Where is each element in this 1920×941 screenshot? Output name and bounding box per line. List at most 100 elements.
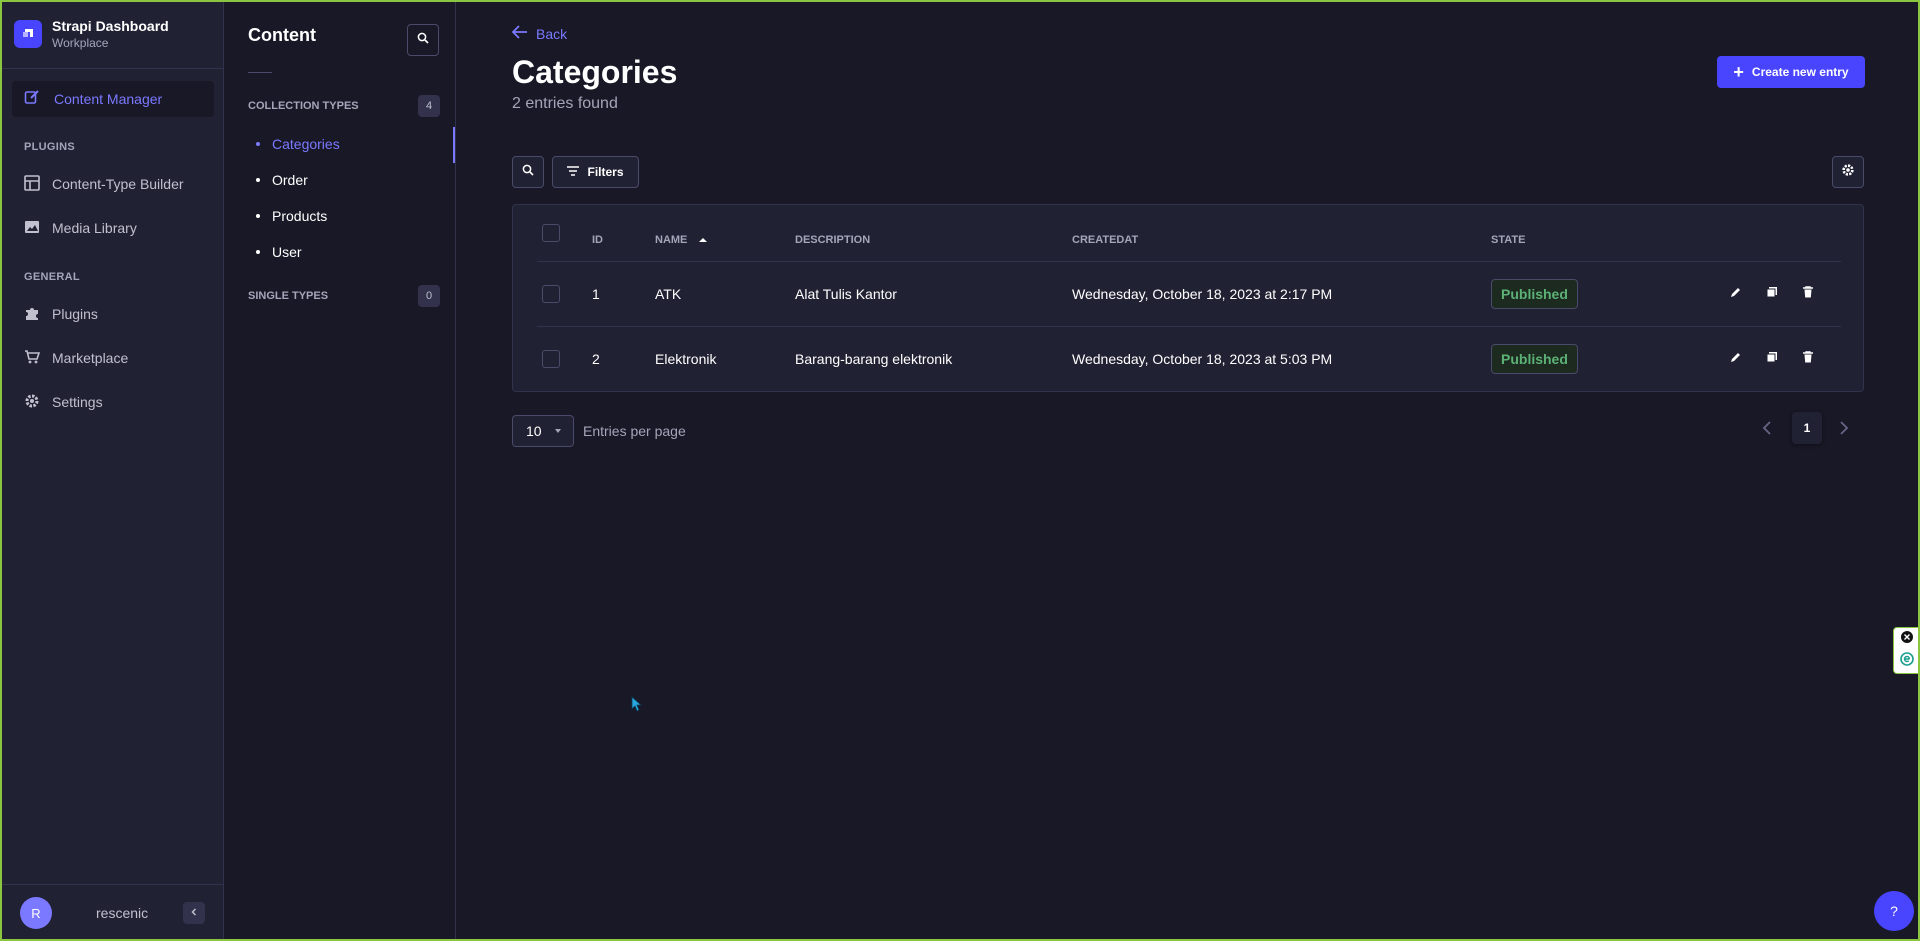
create-label: Create new entry xyxy=(1751,65,1849,79)
username[interactable]: rescenic xyxy=(96,905,148,921)
puzzle-icon xyxy=(24,305,40,324)
nav-item-settings[interactable]: Settings xyxy=(24,388,214,416)
image-icon xyxy=(24,219,40,238)
brand[interactable]: Strapi Dashboard Workplace xyxy=(0,0,223,69)
page-number-current[interactable]: 1 xyxy=(1792,412,1822,444)
nav-item-label: Media Library xyxy=(52,220,137,236)
subnav-item-label: Categories xyxy=(272,136,340,152)
status-badge: Published xyxy=(1491,279,1578,309)
trash-icon xyxy=(1802,350,1814,368)
next-page-button[interactable] xyxy=(1832,418,1856,442)
main-nav: Strapi Dashboard Workplace Content Manag… xyxy=(0,0,224,941)
entries-per-page-label: Entries per page xyxy=(583,423,686,439)
table-settings-button[interactable] xyxy=(1832,156,1864,188)
subnav-title: Content xyxy=(248,25,316,45)
active-indicator xyxy=(453,127,455,163)
extension-widget[interactable] xyxy=(1893,627,1920,674)
cell-name: Elektronik xyxy=(655,351,717,367)
cell-name: ATK xyxy=(655,286,682,302)
subnav-item-label: Order xyxy=(272,172,308,188)
feather-icon xyxy=(24,89,40,110)
search-icon xyxy=(522,163,534,181)
edit-button[interactable] xyxy=(1726,349,1746,369)
row-divider xyxy=(537,326,1841,327)
row-divider xyxy=(537,261,1841,262)
layout-icon xyxy=(24,174,40,194)
duplicate-button[interactable] xyxy=(1762,284,1782,304)
nav-item-label: Settings xyxy=(52,394,103,410)
subnav-item-label: User xyxy=(272,244,302,260)
bullet xyxy=(256,142,260,146)
entries-table: ID NAME DESCRIPTION CREATEDAT STATE 1 AT… xyxy=(512,204,1864,392)
column-header-name[interactable]: NAME xyxy=(655,234,708,246)
bullet xyxy=(256,214,260,218)
nav-item-marketplace[interactable]: Marketplace xyxy=(24,344,214,372)
back-link[interactable]: Back xyxy=(511,25,567,42)
duplicate-button[interactable] xyxy=(1762,349,1782,369)
gear-icon xyxy=(24,393,40,412)
cell-createdat: Wednesday, October 18, 2023 at 5:03 PM xyxy=(1072,351,1333,367)
page-title: Categories xyxy=(512,54,678,90)
column-header-state[interactable]: STATE xyxy=(1491,234,1525,246)
subnav-search-button[interactable] xyxy=(407,24,439,56)
cell-id: 2 xyxy=(592,351,600,367)
nav-item-label: Plugins xyxy=(52,306,98,322)
single-types-header[interactable]: SINGLE TYPES 0 xyxy=(248,285,440,307)
nav-item-label: Marketplace xyxy=(52,350,129,366)
extension-logo-icon[interactable] xyxy=(1899,652,1914,671)
filters-button[interactable]: Filters xyxy=(552,156,639,188)
chevron-right-icon xyxy=(1839,420,1849,440)
nav-item-plugins[interactable]: Plugins xyxy=(24,300,214,328)
chevron-left-icon xyxy=(189,904,199,922)
nav-item-content-manager[interactable]: Content Manager xyxy=(12,81,214,117)
subnav-item-user[interactable]: User xyxy=(248,244,302,260)
avatar[interactable]: R xyxy=(20,897,52,929)
divider xyxy=(248,72,272,73)
column-header-createdat[interactable]: CREATEDAT xyxy=(1072,234,1138,246)
create-new-entry-button[interactable]: + Create new entry xyxy=(1717,56,1865,88)
pencil-icon xyxy=(1730,350,1742,368)
collection-types-count: 4 xyxy=(418,95,440,117)
column-header-description[interactable]: DESCRIPTION xyxy=(795,234,870,246)
bullet xyxy=(256,250,260,254)
collapse-nav-button[interactable] xyxy=(183,902,205,924)
select-all-checkbox[interactable] xyxy=(542,224,560,242)
brand-title: Strapi Dashboard xyxy=(52,18,169,34)
nav-footer: R rescenic xyxy=(0,884,224,941)
row-checkbox[interactable] xyxy=(542,285,560,303)
nav-item-content-type-builder[interactable]: Content-Type Builder xyxy=(24,170,214,198)
subnav-item-order[interactable]: Order xyxy=(248,172,308,188)
mouse-cursor-icon xyxy=(631,696,643,717)
cell-createdat: Wednesday, October 18, 2023 at 2:17 PM xyxy=(1072,286,1333,302)
nav-section-general: GENERAL xyxy=(24,271,80,283)
cell-description: Barang-barang elektronik xyxy=(795,351,953,367)
pencil-icon xyxy=(1730,285,1742,303)
search-icon xyxy=(417,31,429,49)
arrow-left-icon xyxy=(511,25,528,42)
delete-button[interactable] xyxy=(1798,349,1818,369)
edit-button[interactable] xyxy=(1726,284,1746,304)
nav-item-media-library[interactable]: Media Library xyxy=(24,214,214,242)
collection-types-header[interactable]: COLLECTION TYPES 4 xyxy=(248,95,440,117)
column-header-id[interactable]: ID xyxy=(592,234,603,246)
entries-count: 2 entries found xyxy=(512,95,618,112)
filters-label: Filters xyxy=(587,165,624,179)
help-button[interactable]: ? xyxy=(1874,891,1914,931)
search-button[interactable] xyxy=(512,156,544,188)
subnav-item-products[interactable]: Products xyxy=(248,208,327,224)
row-checkbox[interactable] xyxy=(542,350,560,368)
status-badge: Published xyxy=(1491,344,1578,374)
cart-icon xyxy=(24,349,41,368)
close-circle-icon[interactable] xyxy=(1900,630,1914,649)
previous-page-button[interactable] xyxy=(1755,418,1779,442)
sort-ascending-icon xyxy=(699,234,708,246)
trash-icon xyxy=(1802,285,1814,303)
delete-button[interactable] xyxy=(1798,284,1818,304)
plus-icon: + xyxy=(1733,61,1744,82)
nav-item-label: Content Manager xyxy=(54,91,163,107)
entries-per-page-select[interactable]: 10 xyxy=(512,415,574,447)
collection-types-label: COLLECTION TYPES xyxy=(248,100,359,112)
subnav-item-categories[interactable]: Categories xyxy=(248,136,340,152)
strapi-logo-icon xyxy=(14,20,42,48)
nav-item-label: Content-Type Builder xyxy=(52,176,184,192)
